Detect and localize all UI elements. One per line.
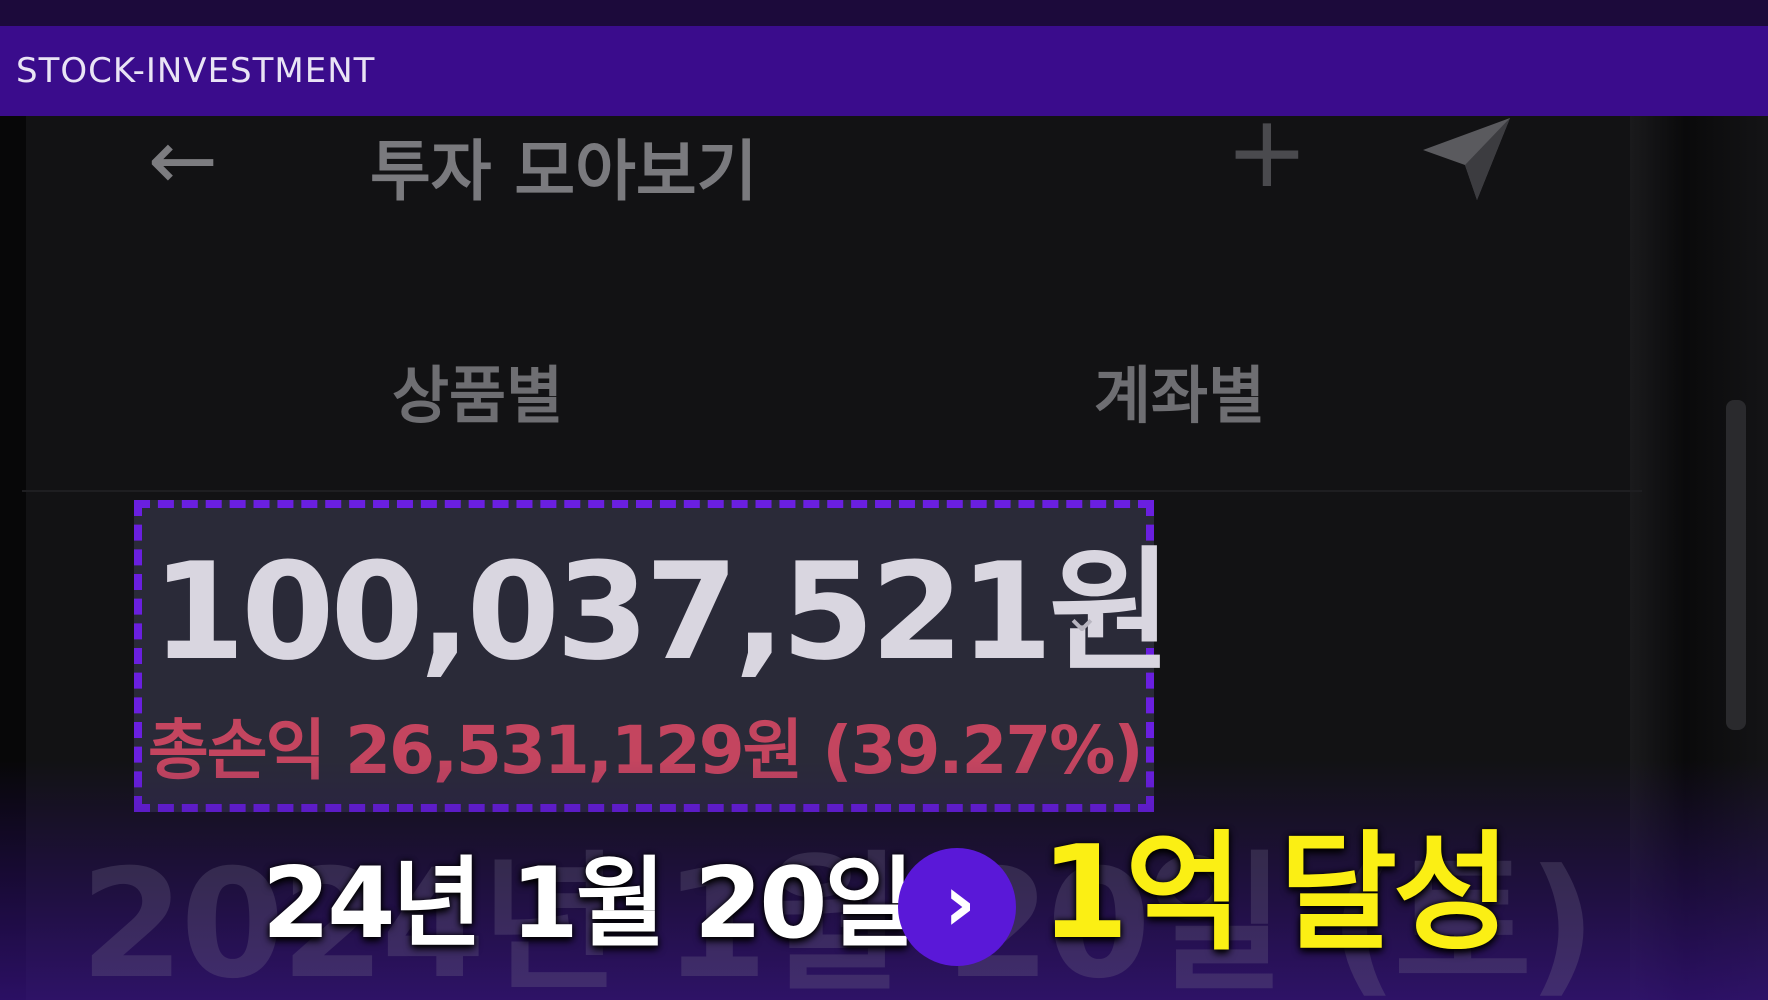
plus-icon[interactable]: + [1225, 102, 1309, 202]
chevron-right-icon: › [943, 859, 977, 949]
total-amount: 100,037,521원 [152, 534, 1172, 690]
top-strip [0, 0, 1768, 26]
screenshot-frame: STOCK-INVESTMENT ← 투자 모아보기 + 상품별 계좌별 100… [0, 0, 1768, 1000]
brand-label: STOCK-INVESTMENT [16, 51, 376, 91]
caption-arrow: › [898, 848, 1016, 966]
caption-milestone: 1억 달성 [1040, 819, 1511, 968]
caption-date: 24년 1월 20일 [262, 847, 915, 961]
page-title: 투자 모아보기 [370, 133, 758, 210]
chevron-down-icon[interactable]: ⌄ [1052, 585, 1112, 645]
brand-bar: STOCK-INVESTMENT [0, 26, 1768, 116]
send-icon[interactable] [1415, 110, 1515, 205]
tab-by-product[interactable]: 상품별 [392, 345, 563, 435]
tab-divider [22, 490, 1642, 492]
arrow-left-icon[interactable]: ← [138, 118, 228, 202]
phone-side-button [1726, 400, 1746, 730]
tab-by-account[interactable]: 계좌별 [1094, 345, 1265, 435]
